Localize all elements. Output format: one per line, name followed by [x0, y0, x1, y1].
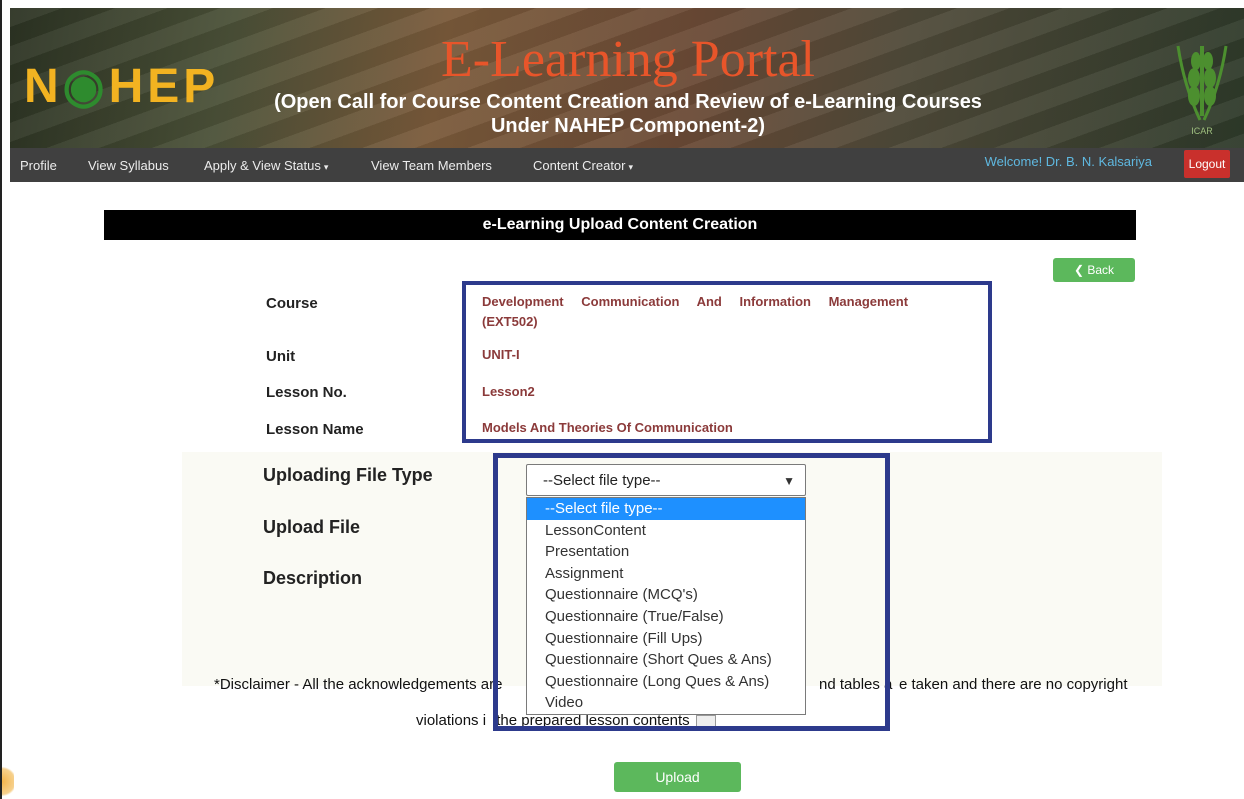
nav-apply-label: Apply & View Status	[204, 158, 321, 173]
details-highlight-box	[462, 281, 992, 443]
header-banner: N◉HEP E-Learning Portal (Open Call for C…	[10, 8, 1244, 148]
app-window: N◉HEP E-Learning Portal (Open Call for C…	[0, 0, 1244, 799]
top-navbar: Profile View Syllabus Apply & View Statu…	[10, 148, 1244, 182]
welcome-text: Welcome! Dr. B. N. Kalsariya	[984, 154, 1152, 169]
upload-button[interactable]: Upload	[614, 762, 741, 792]
icar-logo: ICAR	[1172, 36, 1232, 136]
wheat-icon	[1176, 45, 1228, 121]
nav-profile[interactable]: Profile	[20, 158, 57, 173]
unit-label: Unit	[266, 348, 296, 365]
lesson-name-label: Lesson Name	[266, 421, 364, 438]
description-label: Description	[263, 568, 363, 588]
logout-button[interactable]: Logout	[1184, 150, 1230, 178]
subtitle-line-1: (Open Call for Course Content Creation a…	[274, 91, 982, 113]
caret-down-icon: ▾	[323, 162, 329, 172]
decorative-corner-mark	[2, 764, 14, 799]
file-type-label: Uploading File Type	[263, 465, 433, 485]
disclaimer-text-1a: *Disclaimer - All the acknowledgements a…	[214, 676, 503, 693]
back-label: Back	[1087, 263, 1115, 277]
course-label: Course	[266, 295, 318, 312]
section-title-bar: e-Learning Upload Content Creation	[104, 210, 1136, 240]
icar-caption: ICAR	[1191, 126, 1213, 136]
subtitle-line-2: Under NAHEP Component-2)	[490, 115, 766, 137]
nav-content-creator-label: Content Creator	[533, 158, 626, 173]
nav-view-team-members[interactable]: View Team Members	[371, 158, 492, 173]
disclaimer-text-2a: violations i	[416, 712, 487, 729]
back-button[interactable]: ❮ Back	[1053, 258, 1135, 282]
upload-file-label: Upload File	[263, 517, 361, 537]
lesson-no-label: Lesson No.	[266, 384, 347, 401]
nav-view-syllabus[interactable]: View Syllabus	[88, 158, 169, 173]
portal-title: E-Learning Portal	[441, 31, 815, 88]
nav-content-creator[interactable]: Content Creator ▾	[533, 158, 633, 173]
portal-subtitle: (Open Call for Course Content Creation a…	[10, 90, 1244, 138]
disclaimer-text-1c: e taken and there are no copyright	[899, 676, 1128, 693]
caret-down-icon: ▾	[628, 162, 634, 172]
chevron-left-icon: ❮	[1073, 263, 1085, 277]
dropdown-highlight-box	[493, 453, 890, 731]
nav-apply-view-status[interactable]: Apply & View Status ▾	[204, 158, 328, 173]
